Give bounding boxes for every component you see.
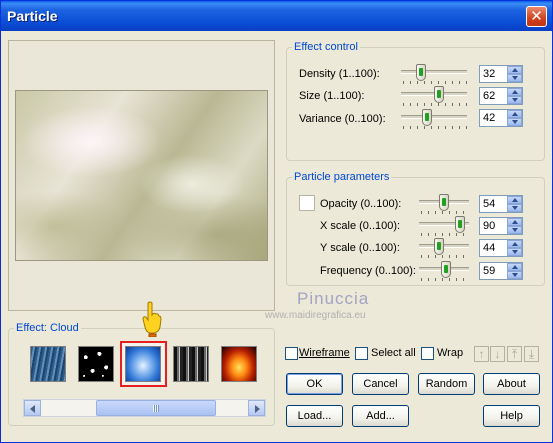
variance-slider-track[interactable] [401,115,467,119]
variance-slider-ticks [403,126,467,129]
opacity-spinbox[interactable]: 54 [479,195,523,213]
x-scale-label: X scale (0..100): [320,220,401,232]
spin-up-icon[interactable] [507,218,522,226]
effects-scrollbar[interactable] [23,399,266,417]
scroll-left-icon[interactable] [24,400,41,416]
spin-up-icon[interactable] [507,196,522,204]
spin-down-icon[interactable] [507,96,522,104]
variance-slider-thumb[interactable] [422,109,433,126]
spin-down-icon[interactable] [507,74,522,82]
help-button[interactable]: Help [483,405,540,427]
frequency-spinbox[interactable]: 59 [479,262,523,280]
spin-up-icon[interactable] [507,263,522,271]
move-top-icon[interactable]: ⤒ [507,346,522,362]
y-scale-slider-thumb[interactable] [434,238,445,255]
frequency-value[interactable]: 59 [483,265,495,277]
wrap-checkbox[interactable] [421,347,434,360]
x-scale-spinbox[interactable]: 90 [479,217,523,235]
spin-up-icon[interactable] [507,88,522,96]
density-slider-ticks [403,81,467,84]
variance-label: Variance (0..100): [299,113,386,125]
variance-value[interactable]: 42 [483,112,495,124]
particle-parameters-legend: Particle parameters [294,171,390,183]
frequency-slider-thumb[interactable] [441,261,452,278]
size-slider-thumb[interactable] [434,86,445,103]
size-slider-ticks [403,103,467,106]
ok-button[interactable]: OK [286,373,343,395]
preview-image[interactable] [15,90,268,261]
effect-thumb-fire[interactable] [221,346,257,382]
density-spinbox[interactable]: 32 [479,65,523,83]
effect-thumb-snow[interactable] [78,346,114,382]
x-scale-value[interactable]: 90 [483,220,495,232]
move-bottom-icon[interactable]: ⤓ [524,346,539,362]
y-scale-slider-ticks [421,255,469,258]
spin-down-icon[interactable] [507,118,522,126]
particle-dialog: Particle ✕ Effect control Density (1..10… [0,0,553,443]
wireframe-checkbox[interactable] [285,347,298,360]
size-value[interactable]: 62 [483,90,495,102]
add-button[interactable]: Add... [352,405,409,427]
spin-down-icon[interactable] [507,248,522,256]
frequency-slider-ticks [421,278,469,281]
y-scale-label: Y scale (0..100): [320,242,400,254]
density-label: Density (1..100): [299,68,380,80]
close-button[interactable]: ✕ [526,6,547,27]
about-button[interactable]: About [483,373,540,395]
select-all-checkbox[interactable] [355,347,368,360]
effect-control-legend: Effect control [294,41,358,53]
effect-thumb-rain[interactable] [30,346,66,382]
y-scale-spinbox[interactable]: 44 [479,239,523,257]
effect-thumb-smoke[interactable] [173,346,209,382]
spin-up-icon[interactable] [507,66,522,74]
x-scale-slider-ticks [421,233,469,236]
variance-spinbox[interactable]: 42 [479,109,523,127]
effect-thumb-cloud[interactable] [125,346,161,382]
size-label: Size (1..100): [299,90,365,102]
density-slider-track[interactable] [401,70,467,74]
load-button[interactable]: Load... [286,405,343,427]
watermark-url: www.maidiregrafica.eu [265,310,366,321]
close-icon: ✕ [530,8,543,25]
watermark-name: Pinuccia [297,289,370,308]
select-all-label[interactable]: Select all [371,347,416,359]
x-scale-slider-thumb[interactable] [455,216,466,233]
density-slider-thumb[interactable] [415,64,426,81]
scroll-right-icon[interactable] [248,400,265,416]
move-up-icon[interactable]: ↑ [474,346,489,362]
wrap-label[interactable]: Wrap [437,347,463,359]
spin-down-icon[interactable] [507,226,522,234]
spin-up-icon[interactable] [507,110,522,118]
size-spinbox[interactable]: 62 [479,87,523,105]
spin-up-icon[interactable] [507,240,522,248]
density-value[interactable]: 32 [483,68,495,80]
opacity-slider-ticks [421,211,469,214]
effect-legend: Effect: Cloud [16,322,79,334]
window-title: Particle [7,8,58,24]
wireframe-label[interactable]: Wireframe [299,347,350,359]
color-swatch-checkbox[interactable] [299,195,315,211]
spin-down-icon[interactable] [507,204,522,212]
random-button[interactable]: Random [418,373,475,395]
spin-down-icon[interactable] [507,271,522,279]
pointing-hand-icon [142,301,162,337]
y-scale-value[interactable]: 44 [483,242,495,254]
title-bar: Particle ✕ [1,1,552,31]
move-down-icon[interactable]: ↓ [490,346,505,362]
frequency-label: Frequency (0..100): [320,265,416,277]
opacity-slider-thumb[interactable] [438,194,449,211]
opacity-label: Opacity (0..100): [320,198,402,210]
scrollbar-thumb[interactable] [96,400,216,416]
opacity-value[interactable]: 54 [483,198,495,210]
cancel-button[interactable]: Cancel [352,373,409,395]
